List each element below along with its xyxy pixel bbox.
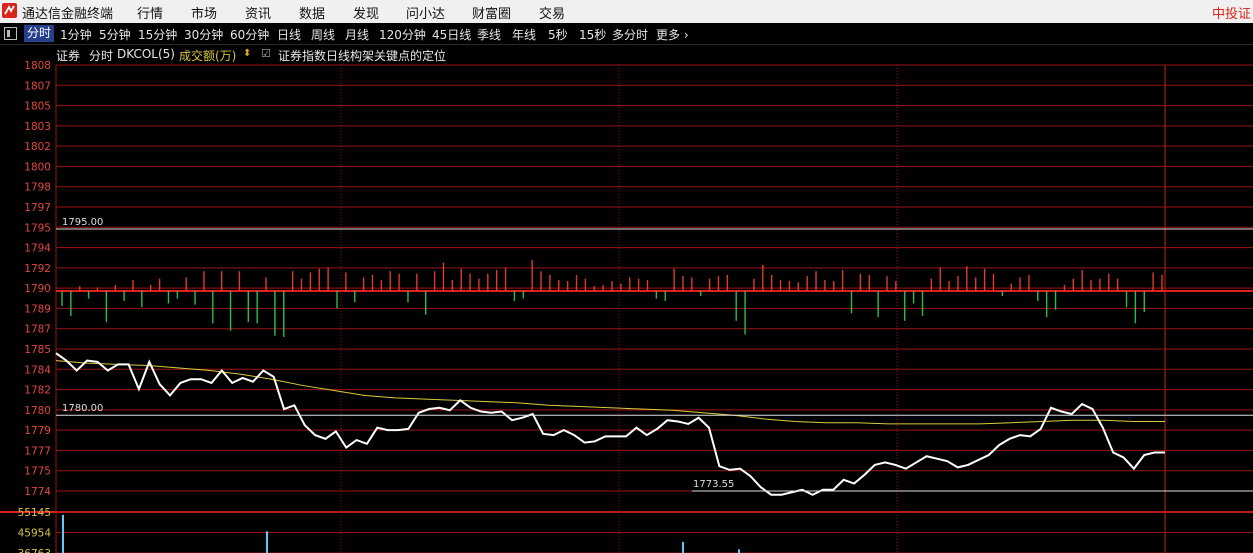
price-lines: [55, 352, 1165, 496]
y-tick-label: 1777: [24, 445, 51, 457]
y-tick-label: 1797: [24, 202, 51, 214]
y-tick-label: 1775: [24, 466, 51, 478]
y-tick-label: 1787: [24, 324, 51, 336]
y-tick-label: 1803: [24, 121, 51, 133]
reference-annotations: 1795.00 1780.00 1773.55: [56, 217, 1253, 492]
oscillator-bars: [61, 259, 1163, 337]
grid-lines: [55, 64, 1253, 553]
y-tick-label: 1798: [24, 182, 51, 194]
y-axis: 1808 1807 1805 1803 1802 1800 1798 1797 1795 1794…: [24, 60, 51, 498]
volume-pane: 55145 45954 36763: [0, 507, 1253, 553]
volume-tick-label: 55145: [18, 507, 51, 519]
low-label: 1773.55: [693, 479, 734, 490]
y-tick-label: 1795: [24, 222, 51, 234]
y-tick-label: 1784: [24, 364, 51, 376]
y-tick-label: 1802: [24, 141, 51, 153]
y-tick-label: 1790: [24, 283, 51, 295]
price-line: [55, 352, 1165, 496]
volume-tick-label: 36763: [18, 548, 51, 553]
volume-tick-label: 45954: [18, 528, 52, 540]
intraday-chart[interactable]: 1808 1807 1805 1803 1802 1800 1798 1797 1795 1794…: [0, 0, 1253, 553]
y-tick-label: 1782: [24, 385, 51, 397]
y-tick-label: 1808: [24, 60, 51, 72]
y-tick-label: 1774: [24, 486, 51, 498]
y-tick-label: 1785: [24, 344, 51, 356]
y-tick-label: 1780: [24, 405, 51, 417]
y-tick-label: 1779: [24, 425, 51, 437]
y-tick-label: 1792: [24, 263, 51, 275]
y-tick-label: 1789: [24, 303, 51, 315]
y-tick-label: 1800: [24, 161, 51, 173]
y-tick-label: 1794: [24, 243, 51, 255]
y-tick-label: 1807: [24, 80, 51, 92]
level-label-1795: 1795.00: [62, 217, 103, 228]
y-tick-label: 1805: [24, 101, 51, 113]
level-label-1780: 1780.00: [62, 403, 103, 414]
